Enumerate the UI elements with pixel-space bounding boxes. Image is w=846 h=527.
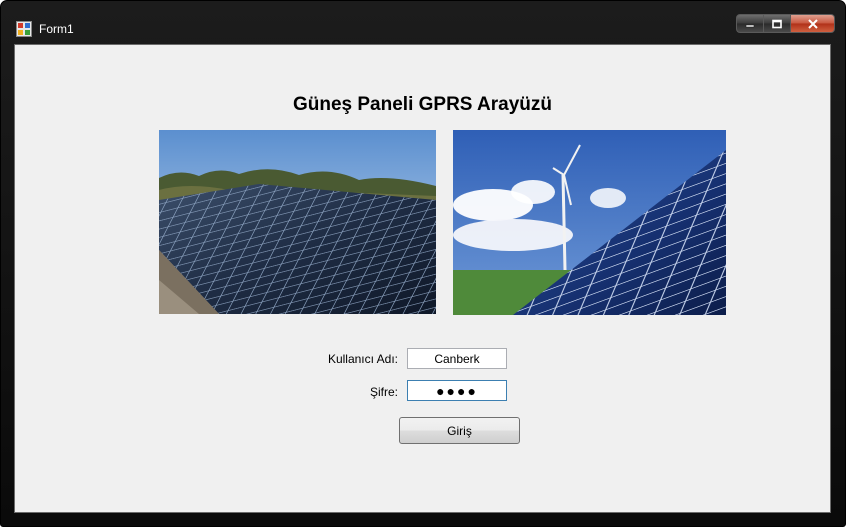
wind-turbine-solar-panel-photo <box>453 130 726 315</box>
winforms-app-icon <box>16 21 32 37</box>
password-input[interactable] <box>407 380 507 401</box>
app-window: Form1 Güneş Paneli GPRS Arayüzü Kullanıc… <box>0 0 846 527</box>
form-client-area: Güneş Paneli GPRS Arayüzü Kullanıcı Adı:… <box>14 44 831 513</box>
minimize-icon <box>745 24 755 27</box>
caption-buttons <box>736 14 835 35</box>
maximize-button[interactable] <box>764 14 791 33</box>
window-title: Form1 <box>39 22 74 36</box>
close-button[interactable] <box>791 14 835 33</box>
username-input[interactable] <box>407 348 507 369</box>
solar-panels-rooftop-photo <box>159 130 436 314</box>
password-label: Şifre: <box>369 385 398 399</box>
title-bar[interactable]: Form1 <box>1 1 845 43</box>
login-button[interactable]: Giriş <box>399 417 520 444</box>
username-label: Kullanıcı Adı: <box>327 352 398 366</box>
close-icon <box>807 18 818 29</box>
minimize-button[interactable] <box>736 14 764 33</box>
page-title: Güneş Paneli GPRS Arayüzü <box>292 94 553 115</box>
maximize-icon <box>772 19 782 28</box>
